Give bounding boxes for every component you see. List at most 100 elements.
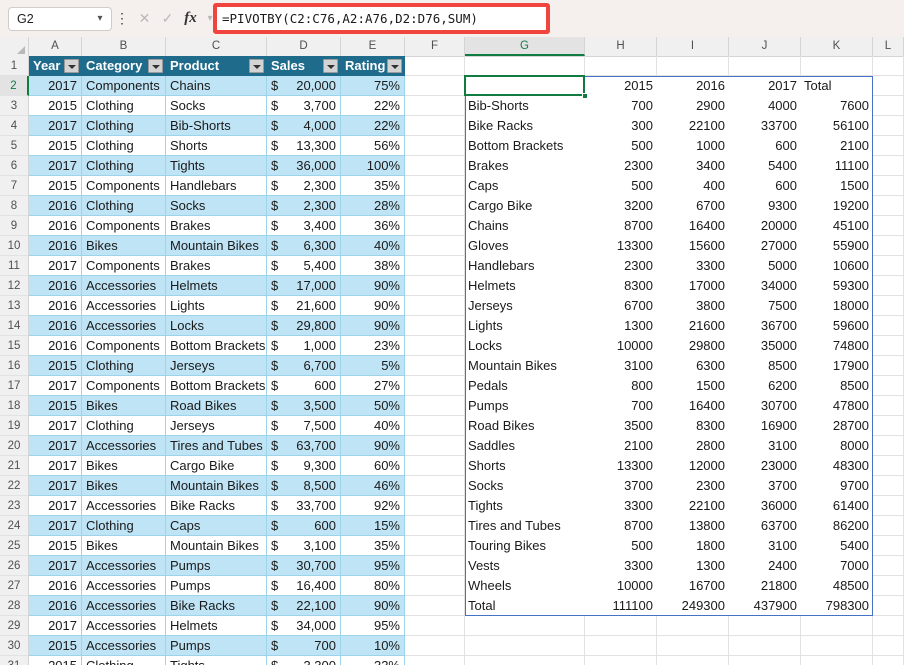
pivot-row-label[interactable]: Socks: [465, 476, 585, 496]
cell-category[interactable]: Clothing: [82, 356, 166, 376]
spreadsheet-grid[interactable]: ABCDEFGHIJKL 123456789101112131415161718…: [0, 37, 904, 665]
row-header-19[interactable]: 19: [0, 416, 28, 436]
pivot-value-cell[interactable]: 3100: [585, 356, 657, 376]
cell-sales[interactable]: $13,300: [267, 136, 341, 156]
pivot-value-cell[interactable]: 2400: [729, 556, 801, 576]
row-header-4[interactable]: 4: [0, 116, 28, 136]
cell-rating[interactable]: 50%: [341, 396, 405, 416]
cell-rating[interactable]: 90%: [341, 596, 405, 616]
name-box[interactable]: G2 ▾: [8, 7, 112, 31]
column-header-g[interactable]: G: [465, 37, 585, 56]
select-all-corner[interactable]: [0, 37, 29, 56]
pivot-value-cell[interactable]: 47800: [801, 396, 873, 416]
cell-product[interactable]: Jerseys: [166, 356, 267, 376]
cell-sales[interactable]: $1,000: [267, 336, 341, 356]
cell-category[interactable]: Clothing: [82, 656, 166, 665]
pivot-row-label[interactable]: Road Bikes: [465, 416, 585, 436]
pivot-value-cell[interactable]: 7500: [729, 296, 801, 316]
cell-year[interactable]: 2015: [29, 136, 82, 156]
row-header-25[interactable]: 25: [0, 536, 28, 556]
pivot-value-cell[interactable]: 11100: [801, 156, 873, 176]
cell-rating[interactable]: 33%: [341, 656, 405, 665]
row-header-24[interactable]: 24: [0, 516, 28, 536]
cell-rating[interactable]: 90%: [341, 276, 405, 296]
pivot-value-cell[interactable]: 30700: [729, 396, 801, 416]
row-header-6[interactable]: 6: [0, 156, 28, 176]
cell-year[interactable]: 2017: [29, 436, 82, 456]
cell-product[interactable]: Pumps: [166, 556, 267, 576]
pivot-value-cell[interactable]: 1500: [801, 176, 873, 196]
column-header-l[interactable]: L: [873, 37, 904, 56]
pivot-row-label[interactable]: Handlebars: [465, 256, 585, 276]
pivot-value-cell[interactable]: 13300: [585, 236, 657, 256]
pivot-value-cell[interactable]: 59300: [801, 276, 873, 296]
cell-category[interactable]: Accessories: [82, 316, 166, 336]
cell-year[interactable]: 2016: [29, 216, 82, 236]
cell-year[interactable]: 2017: [29, 116, 82, 136]
cell-category[interactable]: Clothing: [82, 416, 166, 436]
row-header-7[interactable]: 7: [0, 176, 28, 196]
cell-rating[interactable]: 5%: [341, 356, 405, 376]
cell-rating[interactable]: 60%: [341, 456, 405, 476]
cell-product[interactable]: Locks: [166, 316, 267, 336]
pivot-value-cell[interactable]: 16900: [729, 416, 801, 436]
pivot-value-cell[interactable]: 35000: [729, 336, 801, 356]
cell-product[interactable]: Mountain Bikes: [166, 476, 267, 496]
cell-rating[interactable]: 38%: [341, 256, 405, 276]
pivot-row-label[interactable]: Brakes: [465, 156, 585, 176]
pivot-row-label[interactable]: Total: [465, 596, 585, 616]
chevron-down-icon[interactable]: ▾: [89, 14, 111, 24]
pivot-value-cell[interactable]: 2800: [657, 436, 729, 456]
pivot-value-cell[interactable]: 3100: [729, 436, 801, 456]
pivot-value-cell[interactable]: 36000: [729, 496, 801, 516]
more-options-icon[interactable]: ⋮: [112, 10, 132, 27]
cell-year[interactable]: 2015: [29, 636, 82, 656]
pivot-row-label[interactable]: Gloves: [465, 236, 585, 256]
row-header-14[interactable]: 14: [0, 316, 28, 336]
cell-sales[interactable]: $34,000: [267, 616, 341, 636]
cell-rating[interactable]: 90%: [341, 316, 405, 336]
cell-rating[interactable]: 56%: [341, 136, 405, 156]
cell-category[interactable]: Clothing: [82, 96, 166, 116]
cell-year[interactable]: 2017: [29, 496, 82, 516]
cell-rating[interactable]: 75%: [341, 76, 405, 96]
pivot-value-cell[interactable]: 45100: [801, 216, 873, 236]
cell-sales[interactable]: $7,500: [267, 416, 341, 436]
cell-product[interactable]: Socks: [166, 196, 267, 216]
pivot-value-cell[interactable]: 2300: [657, 476, 729, 496]
column-header-c[interactable]: C: [166, 37, 267, 56]
cell-category[interactable]: Accessories: [82, 636, 166, 656]
cell-rating[interactable]: 27%: [341, 376, 405, 396]
pivot-value-cell[interactable]: 48300: [801, 456, 873, 476]
cell-product[interactable]: Helmets: [166, 276, 267, 296]
row-header-11[interactable]: 11: [0, 256, 28, 276]
filter-dropdown-product[interactable]: [249, 59, 264, 73]
pivot-value-cell[interactable]: 12000: [657, 456, 729, 476]
pivot-value-cell[interactable]: 21800: [729, 576, 801, 596]
cell-sales[interactable]: $17,000: [267, 276, 341, 296]
pivot-row-label[interactable]: Shorts: [465, 456, 585, 476]
pivot-value-cell[interactable]: 5400: [729, 156, 801, 176]
cell-product[interactable]: Bottom Brackets: [166, 336, 267, 356]
column-header-h[interactable]: H: [585, 37, 657, 56]
row-header-16[interactable]: 16: [0, 356, 28, 376]
pivot-value-cell[interactable]: 33700: [729, 116, 801, 136]
pivot-value-cell[interactable]: 3400: [657, 156, 729, 176]
pivot-row-label[interactable]: Pumps: [465, 396, 585, 416]
cell-sales[interactable]: $3,100: [267, 536, 341, 556]
pivot-value-cell[interactable]: 2300: [585, 156, 657, 176]
pivot-value-cell[interactable]: 28700: [801, 416, 873, 436]
pivot-value-cell[interactable]: 6200: [729, 376, 801, 396]
cell-sales[interactable]: $16,400: [267, 576, 341, 596]
cell-sales[interactable]: $6,300: [267, 236, 341, 256]
cell-year[interactable]: 2017: [29, 456, 82, 476]
pivot-value-cell[interactable]: 3200: [585, 196, 657, 216]
cell-rating[interactable]: 35%: [341, 176, 405, 196]
pivot-column-header-2015[interactable]: 2015: [585, 76, 657, 96]
cell-sales[interactable]: $2,300: [267, 196, 341, 216]
row-header-20[interactable]: 20: [0, 436, 28, 456]
cell-category[interactable]: Bikes: [82, 536, 166, 556]
cell-rating[interactable]: 36%: [341, 216, 405, 236]
pivot-row-label[interactable]: Cargo Bike: [465, 196, 585, 216]
cell-category[interactable]: Components: [82, 336, 166, 356]
